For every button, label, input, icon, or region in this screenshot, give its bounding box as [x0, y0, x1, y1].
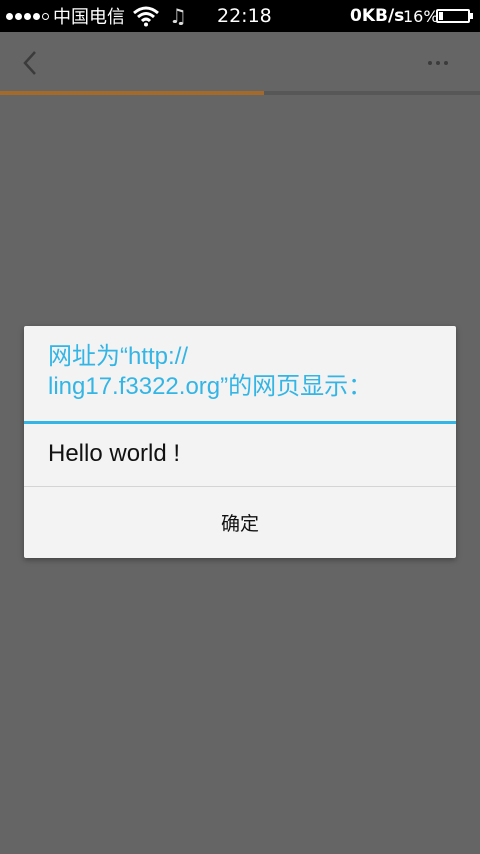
dot	[444, 61, 448, 65]
signal-icon	[6, 12, 49, 20]
dialog-title-line2: ling17.f3322.org”的网页显示：	[48, 373, 373, 400]
net-speed: 0KB/s	[350, 6, 405, 26]
battery-icon	[436, 9, 470, 23]
music-icon: ♫	[169, 4, 187, 28]
chevron-left-icon[interactable]	[16, 48, 44, 78]
battery-fill	[439, 12, 443, 20]
page-load-progress-fill	[0, 91, 264, 95]
signal-bar	[6, 12, 13, 20]
clock: 22:18	[217, 5, 272, 27]
dot	[428, 61, 432, 65]
dialog-title: 网址为“http:// ling17.f3322.org”的网页显示：	[48, 342, 438, 402]
signal-bar	[15, 12, 22, 20]
status-left: 中国电信 ♫	[0, 3, 187, 29]
battery-tip	[470, 13, 473, 19]
dialog-message: Hello world !	[48, 440, 181, 467]
dialog-title-divider	[24, 421, 456, 424]
dot	[436, 61, 440, 65]
signal-bar	[33, 12, 40, 20]
signal-bar	[24, 12, 31, 20]
battery-percent: 16%	[403, 7, 439, 26]
carrier-name: 中国电信	[53, 7, 125, 28]
alert-dialog: 网址为“http:// ling17.f3322.org”的网页显示： Hell…	[24, 326, 456, 558]
signal-bar-empty	[42, 12, 49, 20]
dialog-title-line1: 网址为“http://	[48, 343, 189, 370]
app-bar	[0, 32, 480, 92]
wifi-icon	[133, 6, 159, 27]
ok-button[interactable]: 确定	[24, 487, 456, 558]
status-bar: 中国电信 ♫ 22:18 0KB/s 16%	[0, 0, 480, 32]
more-dots-icon[interactable]	[428, 56, 458, 70]
page-load-progress	[0, 91, 480, 95]
